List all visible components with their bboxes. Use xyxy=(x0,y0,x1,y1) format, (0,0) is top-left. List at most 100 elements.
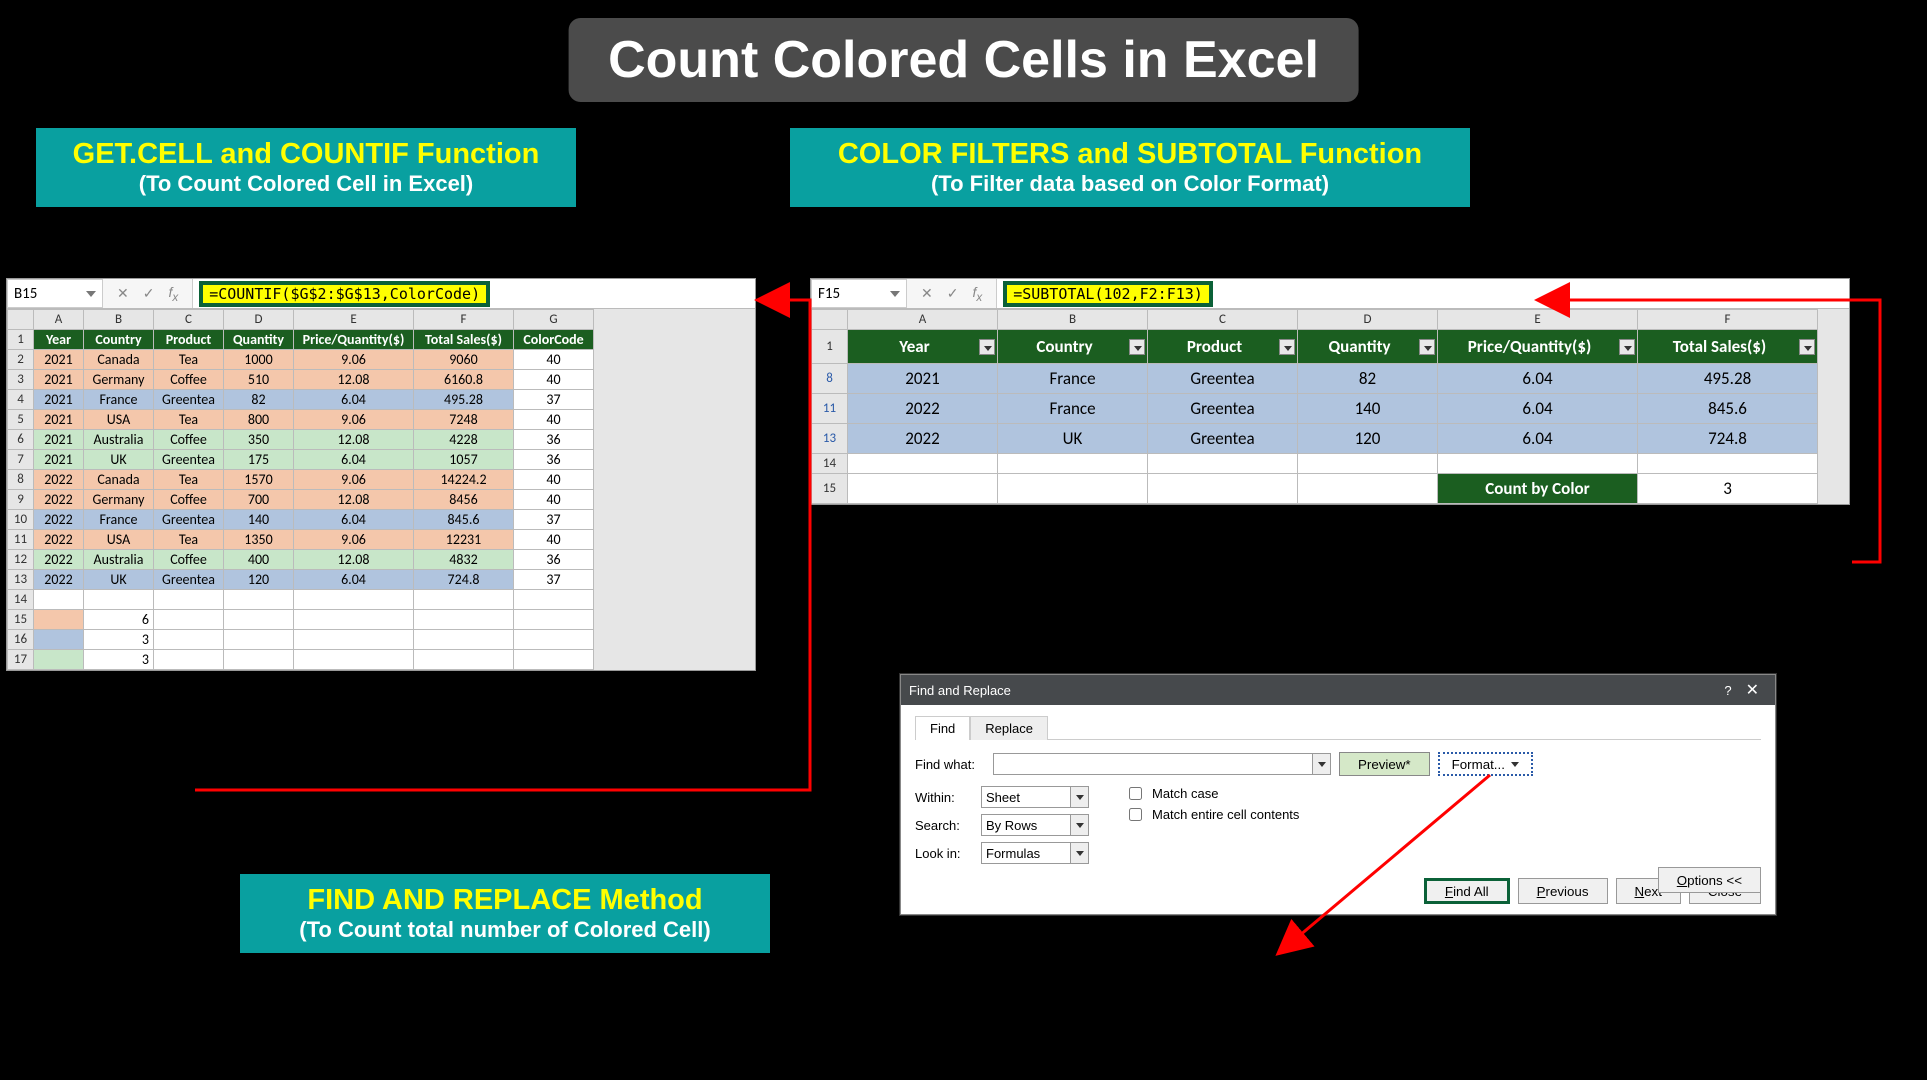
within-select[interactable] xyxy=(981,786,1089,808)
cell[interactable]: 12.08 xyxy=(294,430,414,450)
match-entire-checkbox[interactable] xyxy=(1129,808,1142,821)
find-all-button[interactable]: Find All xyxy=(1424,878,1510,904)
cell[interactable]: 724.8 xyxy=(414,570,514,590)
close-icon[interactable]: ✕ xyxy=(1738,680,1767,700)
cell[interactable]: 2021 xyxy=(34,450,84,470)
cell[interactable]: 2022 xyxy=(34,530,84,550)
cell[interactable]: 350 xyxy=(224,430,294,450)
cell[interactable]: 6.04 xyxy=(1438,394,1638,424)
fx-icon[interactable]: fx xyxy=(972,284,982,304)
cell[interactable]: 2022 xyxy=(34,470,84,490)
cell[interactable]: Greentea xyxy=(154,450,224,470)
row-header[interactable]: 13 xyxy=(8,570,34,590)
cell[interactable]: 37 xyxy=(514,570,594,590)
cell[interactable]: 6.04 xyxy=(1438,364,1638,394)
cell[interactable]: 175 xyxy=(224,450,294,470)
cell[interactable]: Greentea xyxy=(154,390,224,410)
cell[interactable]: France xyxy=(998,364,1148,394)
column-header[interactable]: B xyxy=(84,310,154,330)
cell[interactable]: 37 xyxy=(514,510,594,530)
cell[interactable]: 845.6 xyxy=(414,510,514,530)
cell[interactable]: 9.06 xyxy=(294,410,414,430)
cancel-icon[interactable]: ✕ xyxy=(921,285,933,302)
cell[interactable]: 1057 xyxy=(414,450,514,470)
find-what-field[interactable] xyxy=(993,753,1313,775)
cell[interactable]: 40 xyxy=(514,370,594,390)
cell[interactable]: 9.06 xyxy=(294,470,414,490)
find-what-input[interactable] xyxy=(993,753,1331,775)
tab-find[interactable]: Find xyxy=(915,716,970,740)
name-box[interactable]: B15 xyxy=(7,279,103,308)
cell[interactable]: 2021 xyxy=(848,364,998,394)
column-header[interactable]: D xyxy=(1298,310,1438,330)
cell[interactable]: Tea xyxy=(154,470,224,490)
fx-icon[interactable]: fx xyxy=(168,284,178,304)
cell[interactable]: UK xyxy=(84,570,154,590)
row-header[interactable]: 5 xyxy=(8,410,34,430)
cell[interactable]: 14224.2 xyxy=(414,470,514,490)
cell[interactable]: 1350 xyxy=(224,530,294,550)
cell[interactable]: 40 xyxy=(514,470,594,490)
cell[interactable]: 12.08 xyxy=(294,490,414,510)
confirm-icon[interactable]: ✓ xyxy=(947,285,959,302)
cell[interactable]: 12.08 xyxy=(294,370,414,390)
column-header[interactable]: F xyxy=(414,310,514,330)
column-header[interactable]: E xyxy=(294,310,414,330)
cell[interactable]: 2021 xyxy=(34,370,84,390)
cell[interactable]: Tea xyxy=(154,350,224,370)
cell[interactable]: 495.28 xyxy=(1638,364,1818,394)
cell[interactable]: 9.06 xyxy=(294,530,414,550)
table-header-filter[interactable]: Country xyxy=(998,330,1148,364)
confirm-icon[interactable]: ✓ xyxy=(143,285,155,302)
dropdown-icon[interactable] xyxy=(1313,753,1331,775)
cell[interactable]: 40 xyxy=(514,490,594,510)
cell[interactable]: 1000 xyxy=(224,350,294,370)
cell[interactable]: 2022 xyxy=(848,424,998,454)
cell[interactable]: 82 xyxy=(1298,364,1438,394)
row-header[interactable]: 6 xyxy=(8,430,34,450)
cell[interactable]: Greentea xyxy=(1148,394,1298,424)
column-header[interactable]: F xyxy=(1638,310,1818,330)
cell[interactable]: 6.04 xyxy=(294,450,414,470)
cell[interactable]: 700 xyxy=(224,490,294,510)
cell[interactable]: Tea xyxy=(154,530,224,550)
cell[interactable]: 12231 xyxy=(414,530,514,550)
cell[interactable]: 36 xyxy=(514,430,594,450)
cell[interactable]: France xyxy=(84,390,154,410)
options-button[interactable]: Options << xyxy=(1658,867,1761,893)
cell[interactable]: 120 xyxy=(1298,424,1438,454)
cell[interactable]: 9060 xyxy=(414,350,514,370)
tab-replace[interactable]: Replace xyxy=(970,716,1048,740)
cell[interactable]: 2022 xyxy=(848,394,998,424)
cell[interactable]: 2022 xyxy=(34,550,84,570)
cell[interactable]: 6.04 xyxy=(294,390,414,410)
table-header-filter[interactable]: Year xyxy=(848,330,998,364)
cell[interactable]: Coffee xyxy=(154,490,224,510)
cell[interactable]: 40 xyxy=(514,410,594,430)
cell[interactable]: 140 xyxy=(224,510,294,530)
column-header[interactable]: C xyxy=(1148,310,1298,330)
formula-input[interactable]: =COUNTIF($G$2:$G$13,ColorCode) xyxy=(193,279,755,308)
cell[interactable]: 6.04 xyxy=(294,510,414,530)
cell[interactable]: Germany xyxy=(84,370,154,390)
match-case-checkbox[interactable] xyxy=(1129,787,1142,800)
table-header-filter[interactable]: Product xyxy=(1148,330,1298,364)
cell[interactable]: 36 xyxy=(514,550,594,570)
cell[interactable]: UK xyxy=(998,424,1148,454)
formula-input[interactable]: =SUBTOTAL(102,F2:F13) xyxy=(997,279,1849,308)
row-header[interactable]: 2 xyxy=(8,350,34,370)
cell[interactable]: 4832 xyxy=(414,550,514,570)
cell[interactable]: Germany xyxy=(84,490,154,510)
cell[interactable]: 6160.8 xyxy=(414,370,514,390)
column-header[interactable]: D xyxy=(224,310,294,330)
previous-button[interactable]: Previous xyxy=(1518,878,1608,904)
cell[interactable]: France xyxy=(998,394,1148,424)
help-icon[interactable]: ? xyxy=(1724,683,1731,698)
row-header[interactable]: 10 xyxy=(8,510,34,530)
cell[interactable]: Australia xyxy=(84,430,154,450)
cell[interactable]: Canada xyxy=(84,350,154,370)
cell[interactable]: 37 xyxy=(514,390,594,410)
cell[interactable]: 2022 xyxy=(34,490,84,510)
row-header[interactable]: 8 xyxy=(8,470,34,490)
cell[interactable]: 120 xyxy=(224,570,294,590)
